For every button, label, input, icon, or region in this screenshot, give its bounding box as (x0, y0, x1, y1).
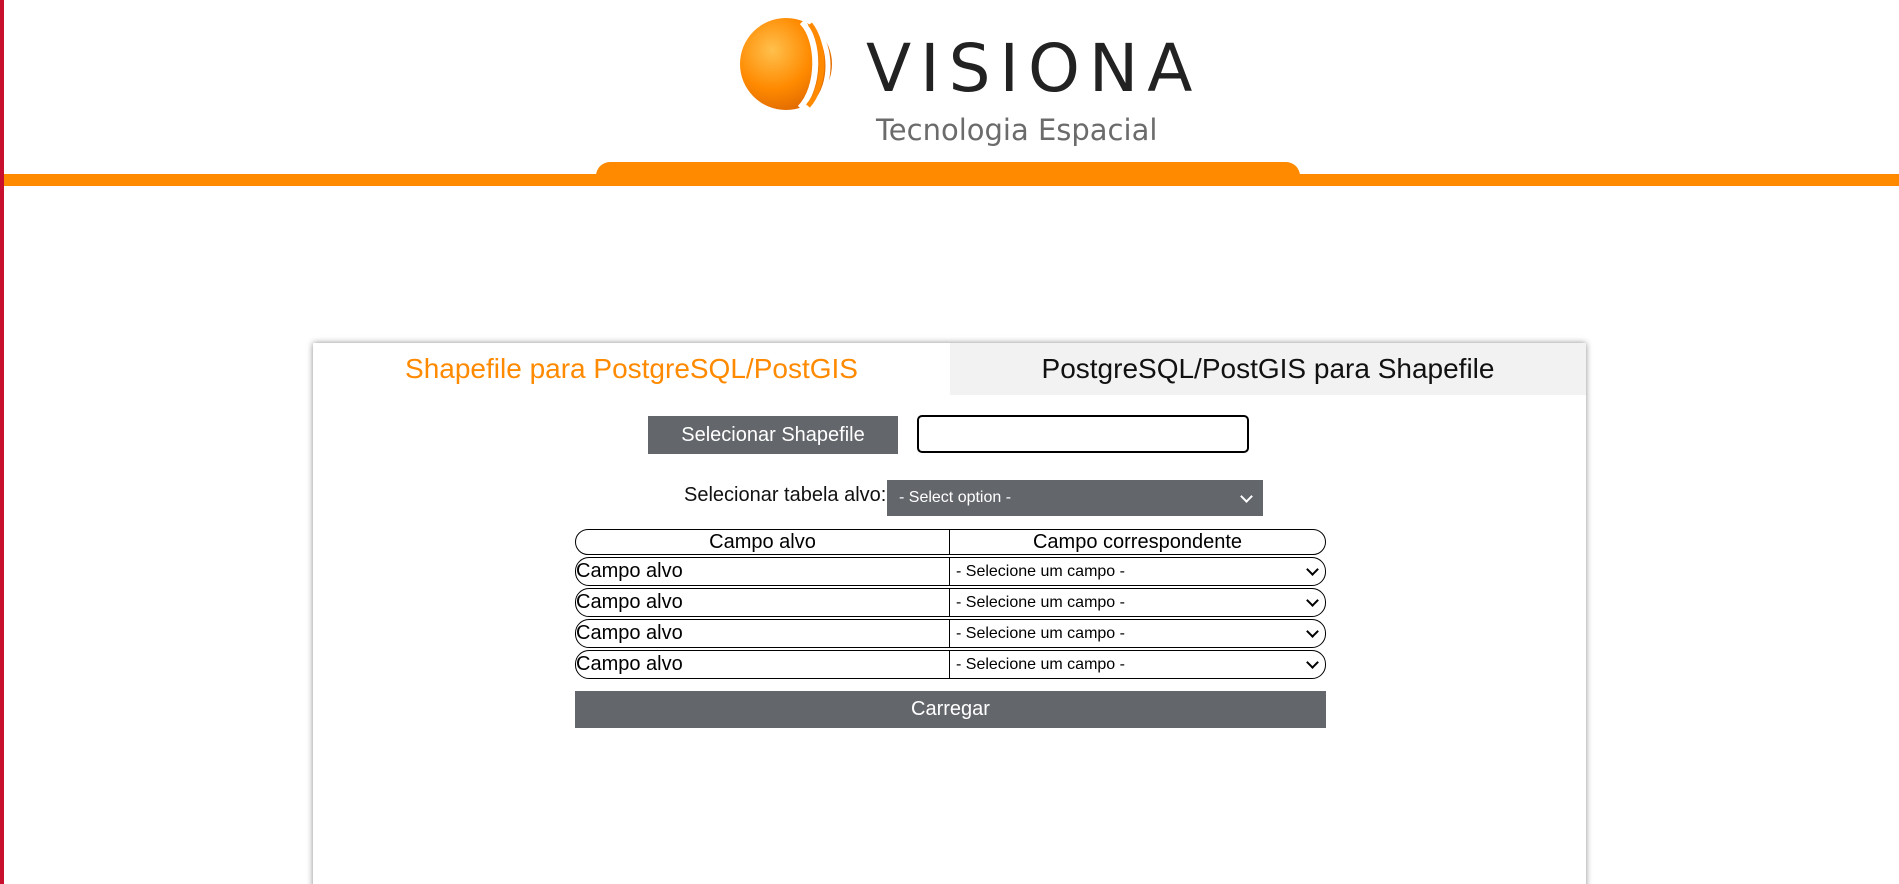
tab-postgis-to-shapefile[interactable]: PostgreSQL/PostGIS para Shapefile (950, 343, 1586, 395)
chevron-down-icon (1306, 625, 1319, 638)
tab-shapefile-to-postgis[interactable]: Shapefile para PostgreSQL/PostGIS (313, 343, 950, 395)
match-field-select[interactable]: - Selecione um campo - (950, 589, 1325, 616)
target-field-cell: Campo alvo (576, 558, 950, 585)
target-field-cell: Campo alvo (576, 651, 950, 678)
column-header-target: Campo alvo (576, 530, 950, 554)
chevron-down-icon (1240, 489, 1253, 503)
tab-bar: Shapefile para PostgreSQL/PostGIS Postgr… (313, 343, 1586, 395)
match-field-select[interactable]: - Selecione um campo - (950, 558, 1325, 585)
header-accent-bar (4, 174, 1899, 186)
brand-name: VISIONA (866, 30, 1202, 107)
chevron-down-icon (1306, 563, 1319, 576)
column-header-match: Campo correspondente (1032, 530, 1242, 553)
target-field-cell: Campo alvo (576, 620, 950, 647)
target-field-cell: Campo alvo (576, 589, 950, 616)
table-row: Campo alvo - Selecione um campo - (575, 619, 1326, 648)
chevron-down-icon (1306, 656, 1319, 669)
match-field-select[interactable]: - Selecione um campo - (950, 651, 1325, 678)
target-table-value: - Select option - (899, 489, 1012, 506)
table-row: Campo alvo - Selecione um campo - (575, 557, 1326, 586)
chevron-down-icon (1306, 594, 1319, 607)
match-field-value: - Selecione um campo - (956, 624, 1125, 642)
target-table-select[interactable]: - Select option - (887, 480, 1263, 516)
field-mapping-table: Campo alvo Campo correspondente Campo al… (575, 529, 1326, 681)
visiona-logo-icon (740, 18, 832, 111)
window-edge (0, 0, 4, 884)
match-field-value: - Selecione um campo - (956, 655, 1125, 673)
shapefile-path-field[interactable] (917, 415, 1249, 453)
target-table-label: Selecionar tabela alvo: (684, 484, 887, 506)
match-field-value: - Selecione um campo - (956, 562, 1125, 580)
match-field-select[interactable]: - Selecione um campo - (950, 620, 1325, 647)
table-header-row: Campo alvo Campo correspondente (575, 529, 1326, 555)
table-row: Campo alvo - Selecione um campo - (575, 650, 1326, 679)
select-shapefile-button[interactable]: Selecionar Shapefile (648, 416, 898, 454)
brand-tagline: Tecnologia Espacial (876, 113, 1158, 147)
converter-panel: Shapefile para PostgreSQL/PostGIS Postgr… (313, 343, 1586, 884)
match-field-value: - Selecione um campo - (956, 593, 1125, 611)
load-button[interactable]: Carregar (575, 691, 1326, 728)
visiona-logo: VISIONA Tecnologia Espacial (740, 14, 1192, 154)
page: VISIONA Tecnologia Espacial Shapefile pa… (0, 0, 1899, 884)
table-row: Campo alvo - Selecione um campo - (575, 588, 1326, 617)
